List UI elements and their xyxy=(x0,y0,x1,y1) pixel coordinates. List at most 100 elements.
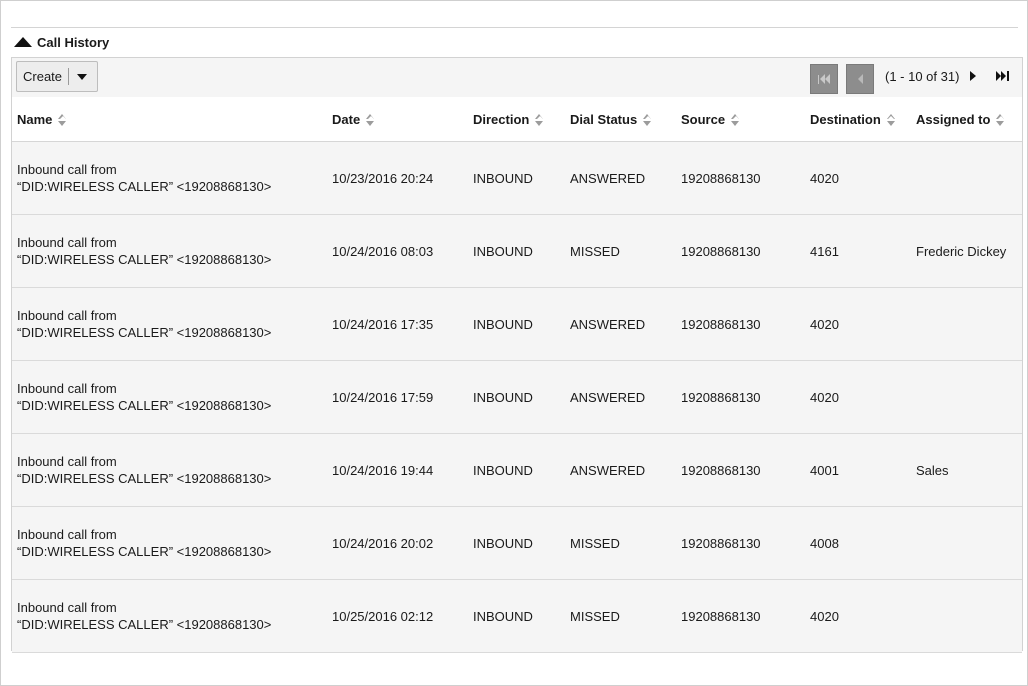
column-header-label[interactable]: Source xyxy=(681,112,725,127)
cell-dial-status: MISSED xyxy=(565,579,676,653)
sort-icon[interactable] xyxy=(886,114,896,127)
column-header-label[interactable]: Date xyxy=(332,112,360,127)
table-row[interactable]: Inbound call from “DID:WIRELESS CALLER” <… xyxy=(12,214,1022,288)
sort-icon[interactable] xyxy=(58,114,67,127)
cell-dial-status: ANSWERED xyxy=(565,360,676,434)
cell-name[interactable]: Inbound call from “DID:WIRELESS CALLER” <… xyxy=(12,141,327,215)
column-header-destination[interactable]: Destination xyxy=(805,97,911,142)
first-page-button[interactable] xyxy=(810,64,838,94)
column-header-name[interactable]: Name xyxy=(12,97,327,142)
column-header-label[interactable]: Destination xyxy=(810,112,881,127)
cell-destination: 4020 xyxy=(805,360,911,434)
call-name-line1[interactable]: Inbound call from xyxy=(17,526,327,543)
cell-source: 19208868130 xyxy=(676,141,805,215)
cell-date: 10/24/2016 17:59 xyxy=(327,360,468,434)
table-body: Inbound call from “DID:WIRELESS CALLER” <… xyxy=(12,141,1022,653)
cell-dial-status: ANSWERED xyxy=(565,287,676,361)
column-header-dial-status[interactable]: Dial Status xyxy=(565,97,676,142)
prev-page-button[interactable] xyxy=(846,64,874,94)
cell-name[interactable]: Inbound call from “DID:WIRELESS CALLER” <… xyxy=(12,433,327,507)
cell-assigned-to[interactable]: Frederic Dickey xyxy=(911,214,1022,288)
table-row[interactable]: Inbound call from “DID:WIRELESS CALLER” <… xyxy=(12,506,1022,580)
cell-date: 10/24/2016 17:35 xyxy=(327,287,468,361)
caret-down-icon[interactable] xyxy=(77,73,88,80)
cell-assigned-to[interactable] xyxy=(911,141,1022,215)
call-name-line2[interactable]: “DID:WIRELESS CALLER” <19208868130> xyxy=(17,324,327,341)
table-row[interactable]: Inbound call from “DID:WIRELESS CALLER” <… xyxy=(12,579,1022,653)
cell-direction: INBOUND xyxy=(468,141,565,215)
cell-source: 19208868130 xyxy=(676,214,805,288)
column-header-label[interactable]: Assigned to xyxy=(916,112,990,127)
cell-name[interactable]: Inbound call from “DID:WIRELESS CALLER” <… xyxy=(12,287,327,361)
call-name-line2[interactable]: “DID:WIRELESS CALLER” <19208868130> xyxy=(17,470,327,487)
call-name-line2[interactable]: “DID:WIRELESS CALLER” <19208868130> xyxy=(17,178,327,195)
cell-name[interactable]: Inbound call from “DID:WIRELESS CALLER” <… xyxy=(12,360,327,434)
first-page-icon xyxy=(818,74,830,84)
cell-source: 19208868130 xyxy=(676,360,805,434)
cell-dial-status: ANSWERED xyxy=(565,433,676,507)
cell-destination: 4001 xyxy=(805,433,911,507)
chevron-up-icon[interactable] xyxy=(14,37,32,47)
cell-assigned-to[interactable]: Sales xyxy=(911,433,1022,507)
cell-date: 10/24/2016 20:02 xyxy=(327,506,468,580)
sort-icon[interactable] xyxy=(535,114,544,127)
cell-date: 10/24/2016 19:44 xyxy=(327,433,468,507)
call-name-line2[interactable]: “DID:WIRELESS CALLER” <19208868130> xyxy=(17,543,327,560)
table-row[interactable]: Inbound call from “DID:WIRELESS CALLER” <… xyxy=(12,360,1022,434)
cell-destination: 4008 xyxy=(805,506,911,580)
table-row[interactable]: Inbound call from “DID:WIRELESS CALLER” <… xyxy=(12,141,1022,215)
cell-source: 19208868130 xyxy=(676,506,805,580)
call-history-panel: Create (1 - 10 of 31) Name Date Directio… xyxy=(11,57,1023,653)
table-row[interactable]: Inbound call from “DID:WIRELESS CALLER” <… xyxy=(12,433,1022,507)
cell-direction: INBOUND xyxy=(468,287,565,361)
prev-page-icon xyxy=(857,74,863,84)
button-separator xyxy=(68,68,70,85)
column-header-label[interactable]: Dial Status xyxy=(570,112,637,127)
cell-assigned-to[interactable] xyxy=(911,287,1022,361)
cell-assigned-to[interactable] xyxy=(911,360,1022,434)
cell-direction: INBOUND xyxy=(468,506,565,580)
column-header-label[interactable]: Direction xyxy=(473,112,529,127)
subpanel-title[interactable]: Call History xyxy=(37,35,109,50)
call-name-line2[interactable]: “DID:WIRELESS CALLER” <19208868130> xyxy=(17,397,327,414)
cell-dial-status: MISSED xyxy=(565,214,676,288)
call-name-line1[interactable]: Inbound call from xyxy=(17,307,327,324)
column-header-direction[interactable]: Direction xyxy=(468,97,565,142)
call-name-line1[interactable]: Inbound call from xyxy=(17,234,327,251)
sort-icon[interactable] xyxy=(643,114,652,127)
call-name-line2[interactable]: “DID:WIRELESS CALLER” <19208868130> xyxy=(17,616,327,633)
cell-destination: 4020 xyxy=(805,579,911,653)
column-header-label[interactable]: Name xyxy=(17,112,52,127)
column-header-assigned-to[interactable]: Assigned to xyxy=(911,97,1022,142)
divider xyxy=(11,27,1018,28)
sort-icon[interactable] xyxy=(996,114,1005,127)
cell-name[interactable]: Inbound call from “DID:WIRELESS CALLER” <… xyxy=(12,506,327,580)
cell-destination: 4020 xyxy=(805,141,911,215)
cell-name[interactable]: Inbound call from “DID:WIRELESS CALLER” <… xyxy=(12,579,327,653)
next-page-icon[interactable] xyxy=(970,71,976,81)
cell-source: 19208868130 xyxy=(676,433,805,507)
call-name-line1[interactable]: Inbound call from xyxy=(17,380,327,397)
call-name-line1[interactable]: Inbound call from xyxy=(17,599,327,616)
sort-icon[interactable] xyxy=(366,114,375,127)
sort-icon[interactable] xyxy=(731,114,740,127)
call-name-line1[interactable]: Inbound call from xyxy=(17,161,327,178)
cell-direction: INBOUND xyxy=(468,579,565,653)
last-page-icon[interactable] xyxy=(996,71,1009,81)
cell-assigned-to[interactable] xyxy=(911,506,1022,580)
column-header-date[interactable]: Date xyxy=(327,97,468,142)
subpanel-header[interactable]: Call History xyxy=(14,32,109,52)
table-header-row: Name Date Direction Dial Status Source Destin… xyxy=(12,97,1022,142)
create-button[interactable]: Create xyxy=(16,61,99,92)
cell-name[interactable]: Inbound call from “DID:WIRELESS CALLER” <… xyxy=(12,214,327,288)
cell-assigned-to[interactable] xyxy=(911,579,1022,653)
create-button-label[interactable]: Create xyxy=(17,69,68,84)
call-name-line1[interactable]: Inbound call from xyxy=(17,453,327,470)
column-header-source[interactable]: Source xyxy=(676,97,805,142)
page-frame: Call History Create (1 - 10 of 31) Name … xyxy=(0,0,1028,686)
call-name-line2[interactable]: “DID:WIRELESS CALLER” <19208868130> xyxy=(17,251,327,268)
table-row[interactable]: Inbound call from “DID:WIRELESS CALLER” <… xyxy=(12,287,1022,361)
cell-destination: 4161 xyxy=(805,214,911,288)
list-toolbar: Create (1 - 10 of 31) xyxy=(12,58,1022,97)
cell-dial-status: ANSWERED xyxy=(565,141,676,215)
